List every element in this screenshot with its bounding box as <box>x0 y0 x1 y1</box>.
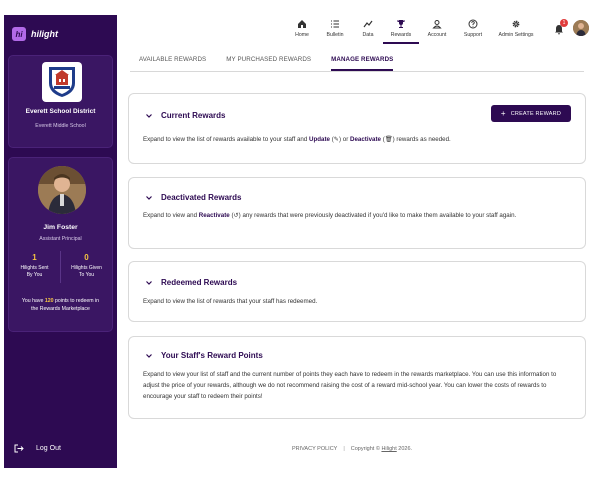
logout-icon <box>14 444 24 453</box>
stat-value: 1 <box>32 253 37 262</box>
brand[interactable]: hi hilight <box>12 27 58 41</box>
reactivate-icon: (↺) <box>231 212 241 219</box>
panel-title: Current Rewards <box>161 111 226 120</box>
chevron-down-icon <box>146 353 152 358</box>
tab-manage-rewards[interactable]: MANAGE REWARDS <box>331 52 394 71</box>
panel-deactivated-rewards-header[interactable]: Deactivated Rewards <box>145 193 241 202</box>
nav-admin-settings[interactable]: Admin Settings <box>491 18 541 44</box>
school-card: Everett School District Everett Middle S… <box>8 55 113 148</box>
sidebar: hi hilight Everett School District Evere… <box>4 15 117 468</box>
home-icon <box>298 20 306 28</box>
panel-deactivated-rewards: Deactivated Rewards Expand to view and R… <box>128 177 586 249</box>
chevron-down-icon <box>146 195 152 200</box>
brand-name: hilight <box>31 29 58 39</box>
school-name: Everett School District <box>25 108 96 115</box>
chart-line-icon <box>363 20 373 28</box>
profile-avatar[interactable] <box>573 20 589 36</box>
chevron-down-icon <box>146 280 152 285</box>
panel-redeemed-rewards: Redeemed Rewards Expand to view the list… <box>128 261 586 322</box>
logout-label: Log Out <box>36 445 61 452</box>
brand-link[interactable]: Hilight <box>381 446 396 452</box>
panel-description: Expand to view the list of rewards avail… <box>143 136 451 143</box>
gear-icon <box>512 20 520 28</box>
school-subtitle: Everett Middle School <box>35 123 86 129</box>
trophy-icon <box>397 20 405 28</box>
help-icon <box>468 19 478 29</box>
panel-description: Expand to view the list of rewards that … <box>143 298 318 305</box>
nav-data[interactable]: Data <box>353 18 383 44</box>
panel-redeemed-rewards-header[interactable]: Redeemed Rewards <box>145 278 237 287</box>
rewards-tabs: AVAILABLE REWARDS MY PURCHASED REWARDS M… <box>130 52 584 72</box>
panel-staff-reward-points-header[interactable]: Your Staff's Reward Points <box>145 351 263 360</box>
privacy-policy-link[interactable]: PRIVACY POLICY <box>292 446 337 452</box>
stat-hilights-sent: 1 Hilights Sent By You <box>9 251 60 283</box>
user-card: Jim Foster Assistant Principal 1 Hilight… <box>8 157 113 332</box>
footer: PRIVACY POLICY | Copyright © Hilight 202… <box>292 446 412 452</box>
footer-separator: | <box>343 446 345 452</box>
stat-hilights-given: 0 Hilights Given To You <box>60 251 112 283</box>
list-icon <box>331 20 339 28</box>
edit-icon: (✎) <box>331 136 342 143</box>
tab-my-purchased-rewards[interactable]: MY PURCHASED REWARDS <box>226 52 311 71</box>
panel-current-rewards: Current Rewards + CREATE REWARD Expand t… <box>128 93 586 164</box>
user-name: Jim Foster <box>43 224 78 231</box>
nav-support[interactable]: Support <box>455 18 491 44</box>
notification-badge: 1 <box>560 19 568 27</box>
avatar <box>38 166 86 214</box>
panel-description: Expand to view your list of staff and th… <box>143 371 557 400</box>
user-icon <box>432 20 442 29</box>
school-crest-icon <box>42 62 82 102</box>
points-value: 120 <box>44 298 54 304</box>
user-stats: 1 Hilights Sent By You 0 Hilights Given To… <box>9 251 112 283</box>
plus-icon: + <box>500 108 506 118</box>
copyright: Copyright © Hilight 2026. <box>350 446 413 452</box>
top-nav: Home Bulletin Data Rewards Account Suppo… <box>117 15 596 45</box>
panel-current-rewards-header[interactable]: Current Rewards <box>145 111 225 120</box>
nav-rewards[interactable]: Rewards <box>383 18 419 44</box>
brand-logo-icon: hi <box>12 27 26 41</box>
trash-icon: (🗑) <box>382 136 395 143</box>
stat-label: Hilights Given To You <box>71 265 102 278</box>
user-role: Assistant Principal <box>39 236 82 242</box>
nav-home[interactable]: Home <box>287 18 317 44</box>
panel-description: Expand to view and Reactivate (↺) any re… <box>143 212 517 219</box>
nav-bulletin[interactable]: Bulletin <box>317 18 353 44</box>
nav-account[interactable]: Account <box>419 18 455 44</box>
create-reward-button[interactable]: + CREATE REWARD <box>490 105 571 122</box>
panel-title: Deactivated Rewards <box>161 193 242 202</box>
nav-items: Home Bulletin Data Rewards Account Suppo… <box>287 18 541 44</box>
panel-title: Redeemed Rewards <box>161 278 238 287</box>
panel-staff-reward-points: Your Staff's Reward Points Expand to vie… <box>128 336 586 419</box>
points-note: You have 120 points to redeem in the Rewa… <box>21 298 100 312</box>
stat-label: Hilights Sent By You <box>20 265 49 278</box>
logout-button[interactable]: Log Out <box>14 444 61 453</box>
stat-value: 0 <box>84 253 89 262</box>
tab-available-rewards[interactable]: AVAILABLE REWARDS <box>139 52 206 71</box>
chevron-down-icon <box>146 113 152 118</box>
panel-title: Your Staff's Reward Points <box>161 351 263 360</box>
